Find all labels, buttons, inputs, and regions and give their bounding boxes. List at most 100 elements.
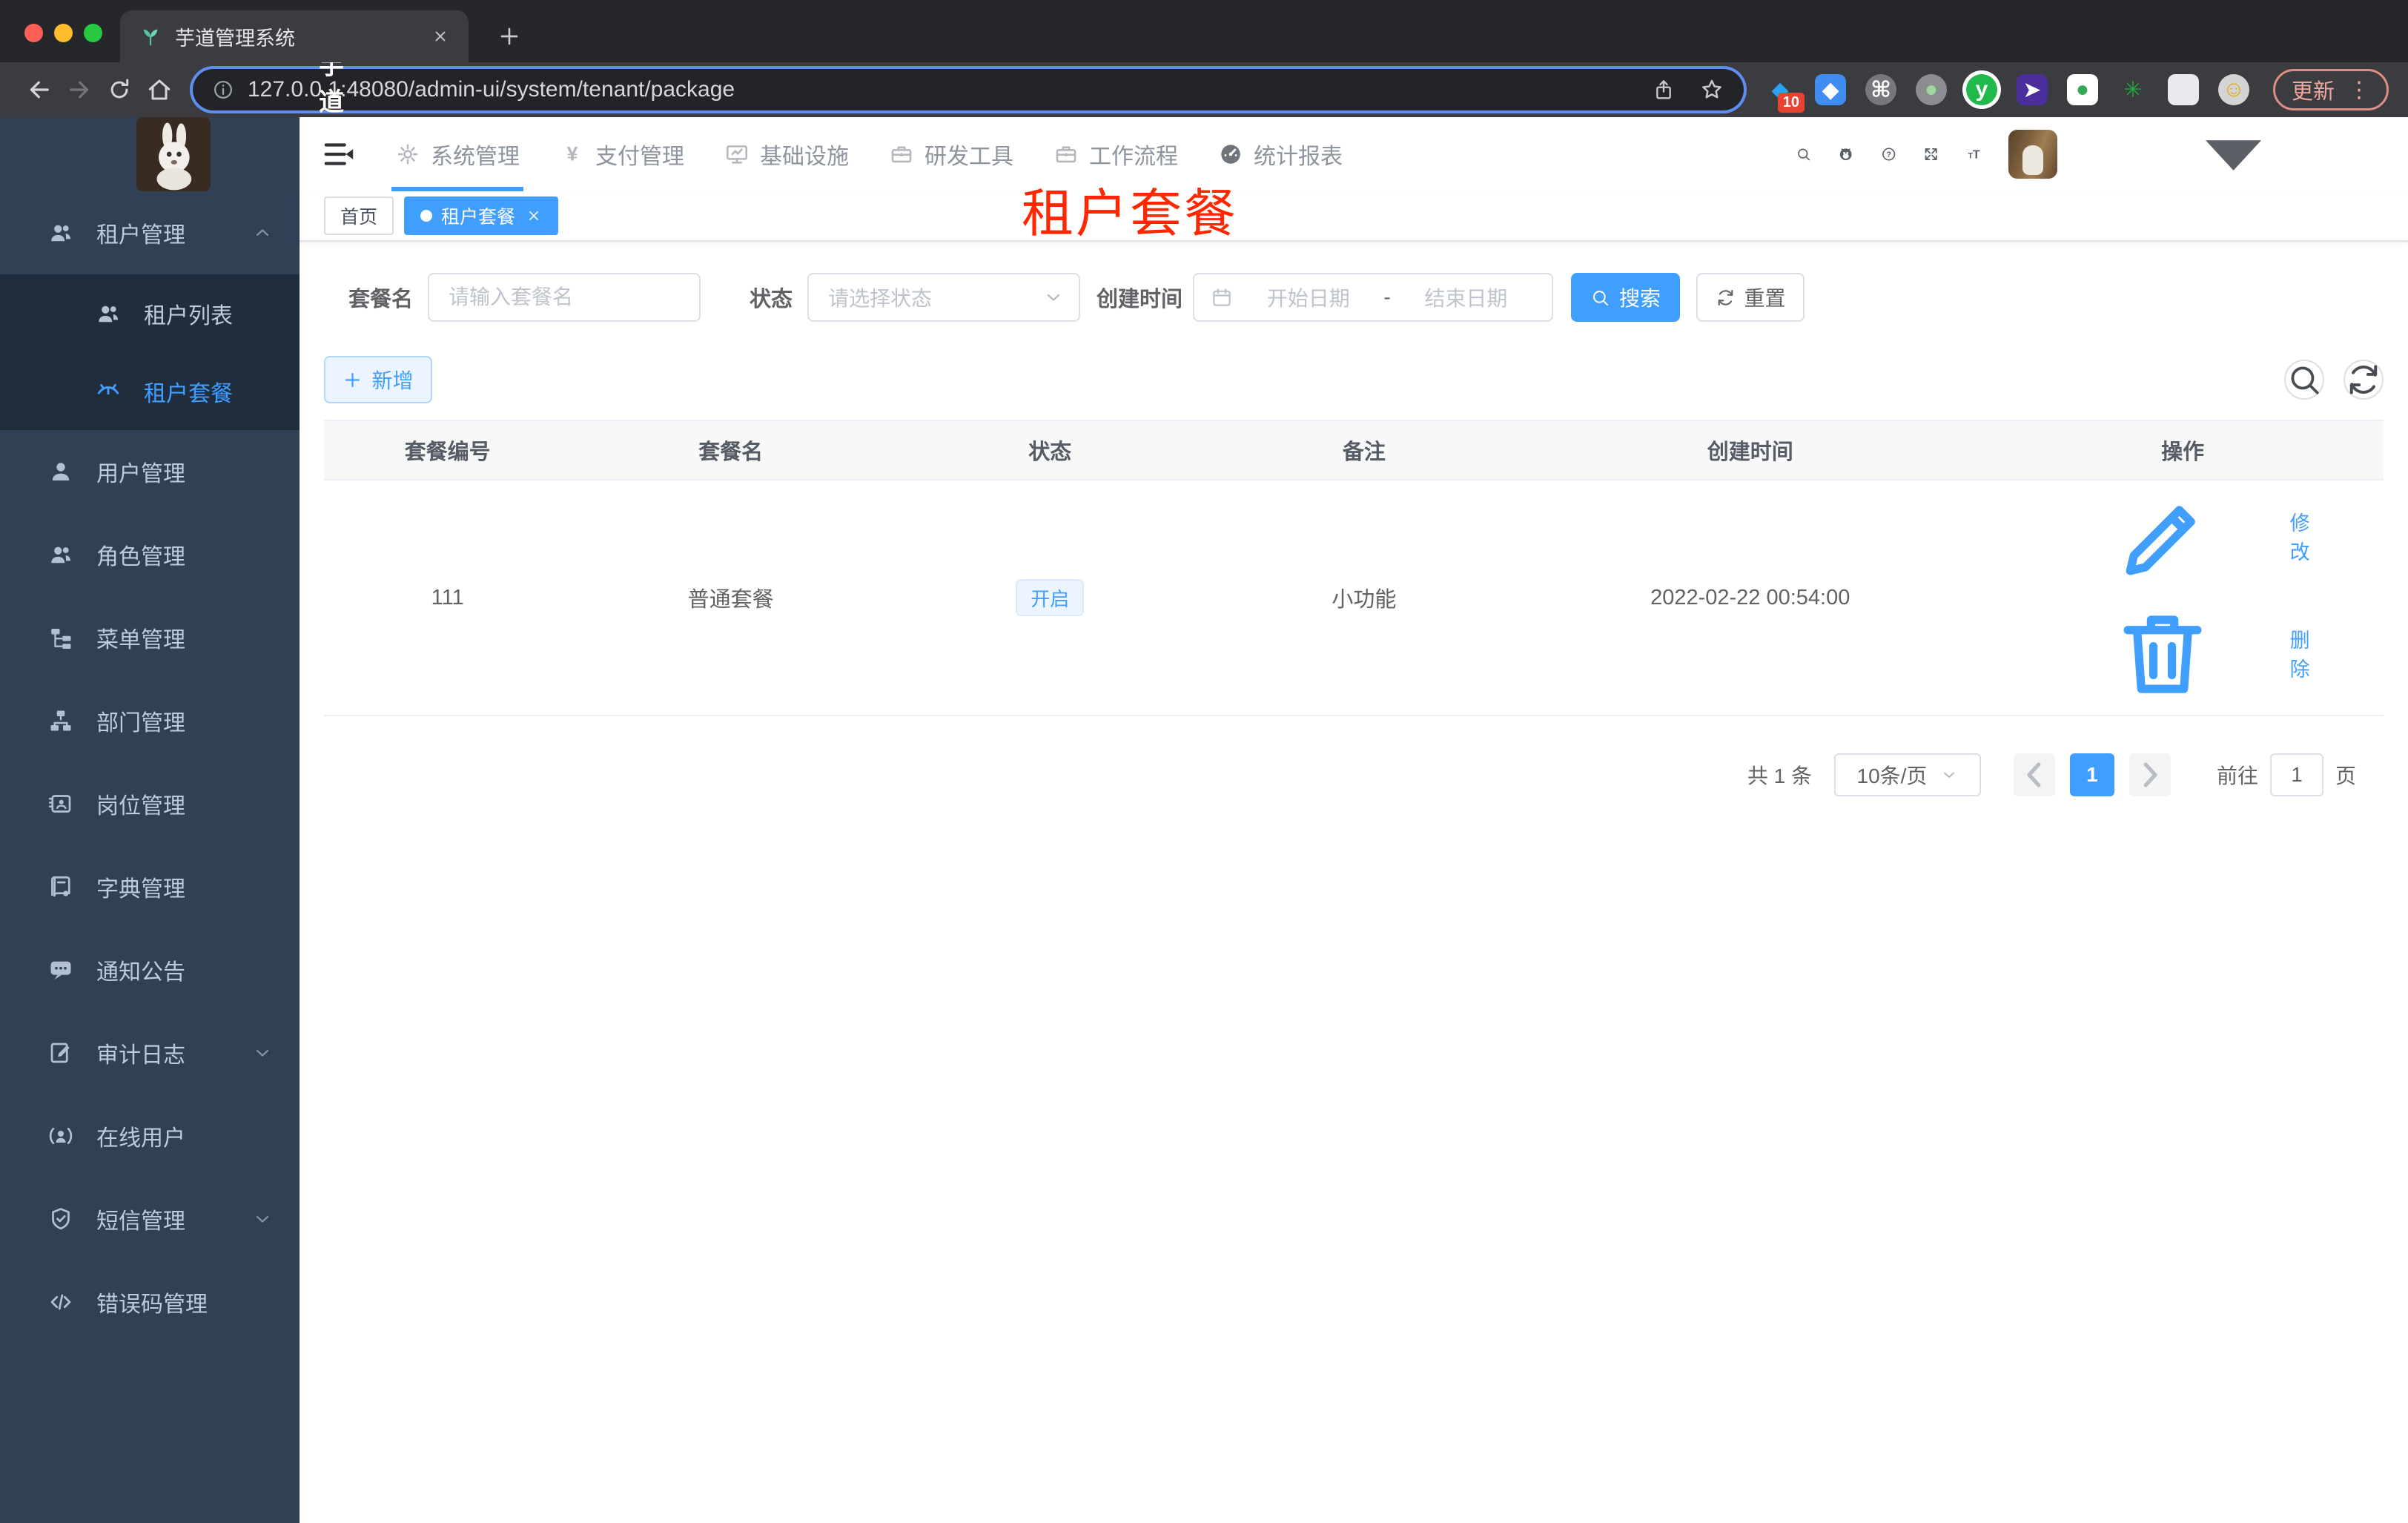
address-bar[interactable]: 127.0.0.1:48080/admin-ui/system/tenant/p… [193,69,1744,110]
tab-close-icon[interactable] [431,27,449,45]
close-icon[interactable] [526,208,542,224]
bookmark-star-icon[interactable] [1699,77,1724,102]
top-menu-payment-management[interactable]: 支付管理 [540,117,704,191]
window-minimize-button[interactable] [54,24,73,42]
search-icon [2286,361,2323,398]
top-menu-infrastructure[interactable]: 基础设施 [704,117,869,191]
reset-button[interactable]: 重置 [1696,273,1805,322]
font-size-button[interactable] [1966,139,1982,170]
sidebar-item-online-users[interactable]: 在线用户 [0,1094,300,1177]
github-icon [1838,139,1853,170]
sidebar-item-notice-announcement[interactable]: 通知公告 [0,928,300,1011]
sidebar-item-menu-management[interactable]: 菜单管理 [0,596,300,679]
tab-title: 芋道管理系统 [175,27,295,50]
filter-bar: 套餐名 状态 请选择状态 创建时间 开始日期 - 结束日期 [324,273,2384,322]
trash-icon [2048,598,2277,709]
yen-icon [560,142,585,167]
sidebar-item-dict-management[interactable]: 字典管理 [0,845,300,928]
window-zoom-button[interactable] [84,24,102,42]
github-button[interactable] [1838,139,1853,170]
site-info-icon[interactable] [212,79,234,101]
tree-icon [47,624,74,651]
table-row: 111 普通套餐 开启 小功能 2022-02-22 00:54:00 修改 删… [324,480,2384,716]
audit-icon [47,1040,74,1066]
add-button[interactable]: 新增 [324,356,432,403]
sidebar-collapse-button[interactable] [322,137,356,171]
package-name-label: 套餐名 [348,288,414,311]
back-button[interactable] [19,70,59,110]
package-name-input[interactable] [428,273,701,322]
chevron-down-icon [252,1209,273,1229]
reload-button[interactable] [99,70,139,110]
app: 芋道管理系统 租户管理 租户列表 租户套餐 用户管理 角色管理 菜单管理 部门管… [0,52,2408,1523]
sidebar-item-sms-management[interactable]: 短信管理 [0,1177,300,1261]
new-tab-button[interactable] [492,19,526,53]
help-button[interactable] [1881,139,1896,170]
share-icon[interactable] [1652,78,1676,102]
header-search-button[interactable] [1796,139,1811,170]
create-time-label: 创建时间 [1096,288,1183,311]
top-menu-system-management[interactable]: 系统管理 [375,117,540,191]
date-range-picker[interactable]: 开始日期 - 结束日期 [1193,273,1554,322]
sidebar-item-user-management[interactable]: 用户管理 [0,430,300,513]
top-menu-statistics-report[interactable]: 统计报表 [1198,117,1363,191]
toggle-search-button[interactable] [2284,360,2324,400]
font-size-icon [1966,139,1982,170]
home-button[interactable] [139,70,179,110]
active-dot [420,210,433,222]
sidebar-item-role-management[interactable]: 角色管理 [0,513,300,596]
refresh-icon [2345,361,2382,398]
sidebar-item-dept-management[interactable]: 部门管理 [0,679,300,762]
calendar-icon [1211,286,1233,308]
search-button[interactable]: 搜索 [1571,273,1681,322]
chevron-down-icon [1940,766,1958,784]
goto-page-input[interactable] [2269,753,2323,796]
vip-icon [95,378,122,405]
tags-view: 首页 租户套餐 [300,191,2408,242]
status-select[interactable]: 请选择状态 [807,273,1081,322]
gear-icon [395,142,420,167]
sidebar-item-error-code-management[interactable]: 错误码管理 [0,1261,300,1344]
refresh-table-button[interactable] [2344,360,2384,400]
sidebar-item-post-management[interactable]: 岗位管理 [0,762,300,845]
forward-icon [66,76,93,103]
browser-tab[interactable]: 芋道管理系统 [120,10,469,62]
next-page-button[interactable] [2128,753,2171,796]
column-header: 套餐编号 [324,420,572,480]
fullscreen-button[interactable] [1923,139,1939,170]
data-table: 套餐编号 套餐名 状态 备注 创建时间 操作 111 普通套餐 开启 小功能 2022-0… [324,420,2384,716]
user-icon [47,458,74,485]
home-icon [146,76,173,103]
window-close-button[interactable] [24,24,43,42]
sidebar-item-tenant-management[interactable]: 租户管理 [0,191,300,274]
app-logo[interactable]: 芋道管理系统 [0,52,344,262]
briefcase-icon [1054,142,1079,167]
user-avatar[interactable] [2008,130,2057,179]
tag-home[interactable]: 首页 [324,196,394,235]
table-toolbar: 新增 [324,356,2384,403]
status-tag: 开启 [1016,579,1085,616]
top-menu-dev-tools[interactable]: 研发工具 [869,117,1033,191]
page-size-select[interactable]: 10条/页 [1833,753,1981,796]
extension-blue-diamond-icon[interactable]: ◆ 10 [1764,74,1805,113]
column-header: 套餐名 [571,420,890,480]
monitor-icon [724,142,750,167]
prev-page-button[interactable] [2013,753,2055,796]
tab-strip: 芋道管理系统 [0,0,2408,62]
forward-button[interactable] [59,70,99,110]
edit-link[interactable]: 修改 [2048,480,2317,592]
tag-tenant-package[interactable]: 租户套餐 [404,196,559,235]
sidebar-item-tenant-package[interactable]: 租户套餐 [0,352,300,430]
sidebar-item-audit-log[interactable]: 审计日志 [0,1011,300,1094]
current-page[interactable]: 1 [2069,753,2114,796]
delete-link[interactable]: 删除 [2048,598,2317,709]
top-menu-workflow[interactable]: 工作流程 [1033,117,1198,191]
sidebar: 芋道管理系统 租户管理 租户列表 租户套餐 用户管理 角色管理 菜单管理 部门管… [0,52,344,1523]
users-icon [47,219,74,246]
edit-icon [2048,480,2277,592]
column-header: 操作 [1982,420,2384,480]
sidebar-item-tenant-list[interactable]: 租户列表 [0,274,300,352]
sms-icon [47,1206,74,1232]
chevron-down-icon [1043,287,1064,308]
screen: 芋道管理系统 127.0.0.1:48080/admin-ui/system/t… [0,0,2408,1523]
